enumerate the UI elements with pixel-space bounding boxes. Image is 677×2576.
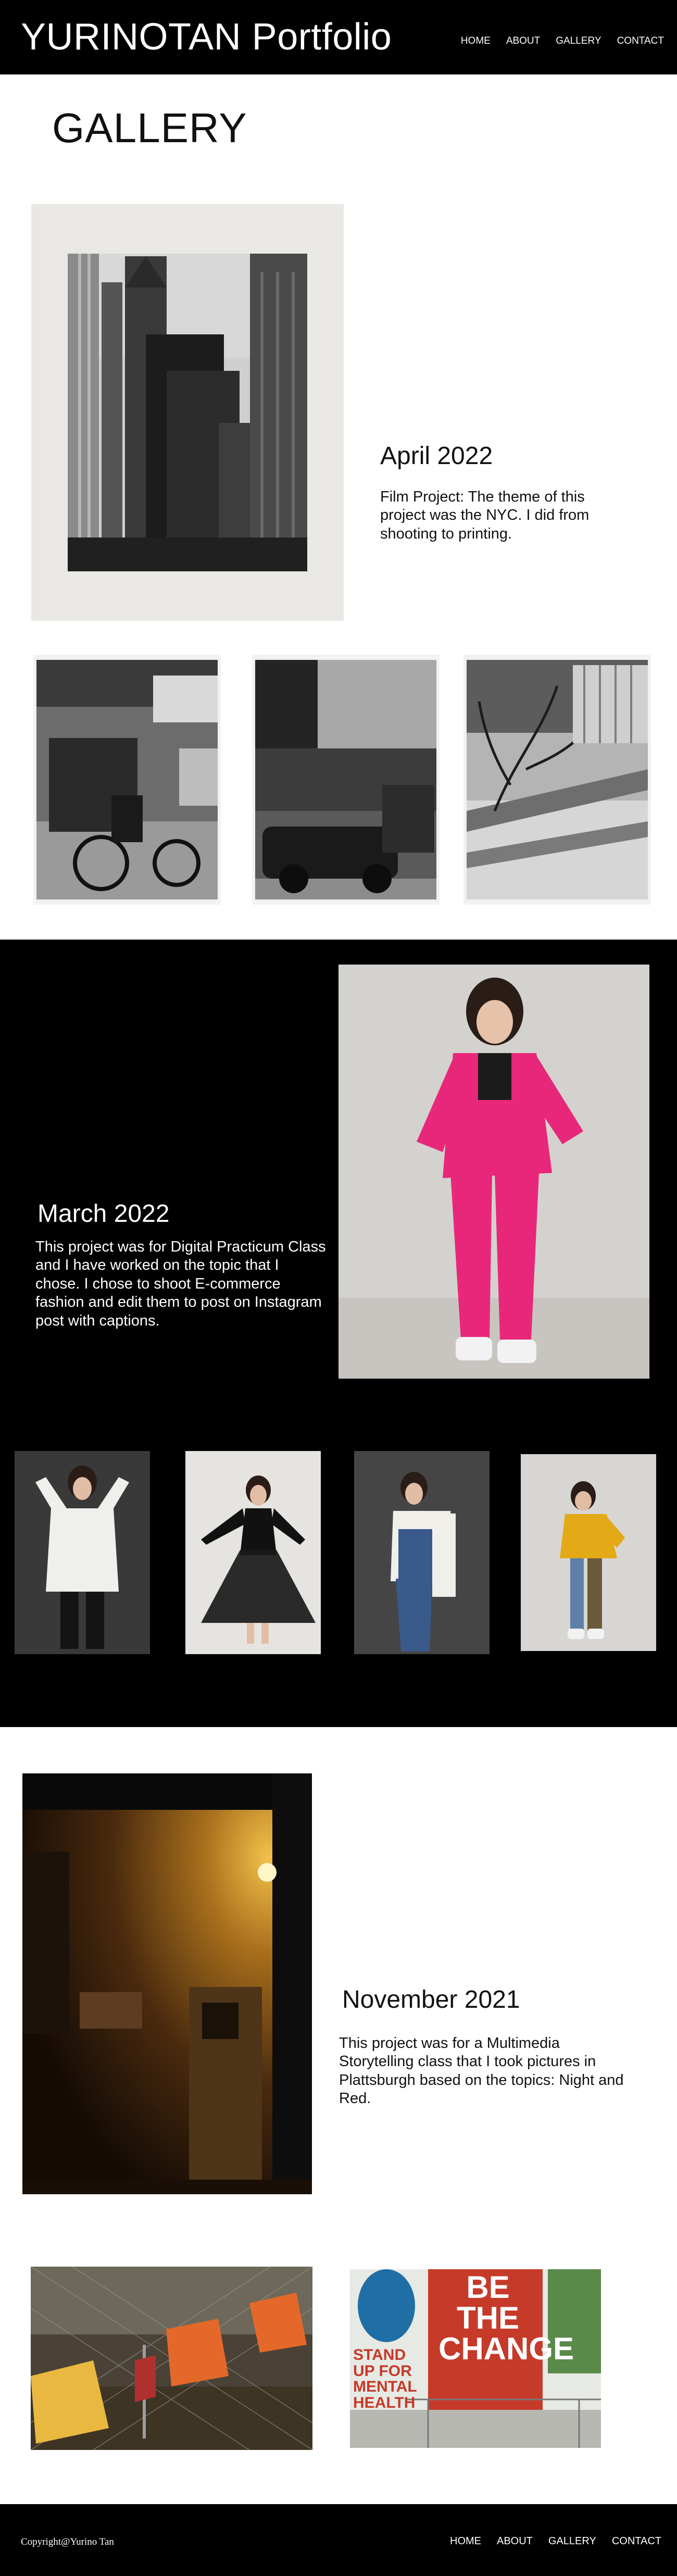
nav-gallery[interactable]: GALLERY [556,35,601,47]
fashion-photo-white-shirt[interactable] [15,1451,150,1654]
section-date-november-2021: November 2021 [342,1986,520,2014]
footer-nav-gallery[interactable]: GALLERY [548,2535,596,2547]
film-photo-street-bike[interactable] [33,655,221,905]
copyright-text: Copyright@Yurino Tan [21,2536,114,2547]
fashion-photo-overalls[interactable] [354,1451,490,1654]
sign-text-stand-up: STAND UP FOR MENTAL HEALTH [353,2346,417,2411]
footer-nav-home[interactable]: HOME [450,2535,481,2547]
section-description-november-2021: This project was for a Multimedia Storyt… [339,2035,624,2107]
section-date-march-2022: March 2022 [37,1200,170,1228]
nav-contact[interactable]: CONTACT [617,35,664,47]
section-description-march-2022: This project was for Digital Practicum C… [35,1239,326,1329]
fashion-photo-black-dress[interactable] [185,1451,321,1654]
sign-text-be-the-change: BE THE CHANGE [438,2270,574,2366]
red-photo-fence-signs[interactable] [31,2267,312,2450]
fashion-photo-yellow-jacket[interactable] [521,1454,656,1651]
nav-about[interactable]: ABOUT [506,35,540,47]
section-date-april-2022: April 2022 [380,442,493,470]
film-photo-street-car[interactable] [252,655,440,905]
site-title[interactable]: YURINOTAN Portfolio [21,16,392,58]
red-photo-be-the-change-sign[interactable]: BE THE CHANGE STAND UP FOR MENTAL HEALTH [350,2269,601,2448]
night-photo-brick-wall[interactable] [22,1773,312,2194]
footer-nav-contact[interactable]: CONTACT [612,2535,661,2547]
page-title: GALLERY [52,105,247,151]
fashion-photo-pink-suit[interactable] [338,965,649,1379]
site-footer: Copyright@Yurino Tan HOME ABOUT GALLERY … [0,2504,677,2576]
film-photo-shadow-plant[interactable] [463,655,651,905]
footer-nav: HOME ABOUT GALLERY CONTACT [450,2535,661,2547]
main-nav: HOME ABOUT GALLERY CONTACT [461,35,664,47]
site-header: YURINOTAN Portfolio HOME ABOUT GALLERY C… [0,0,677,74]
section-description-april-2022: Film Project: The theme of this project … [380,489,590,542]
footer-nav-about[interactable]: ABOUT [497,2535,533,2547]
film-photo-nyc-buildings[interactable] [31,204,344,621]
nav-home[interactable]: HOME [461,35,491,47]
